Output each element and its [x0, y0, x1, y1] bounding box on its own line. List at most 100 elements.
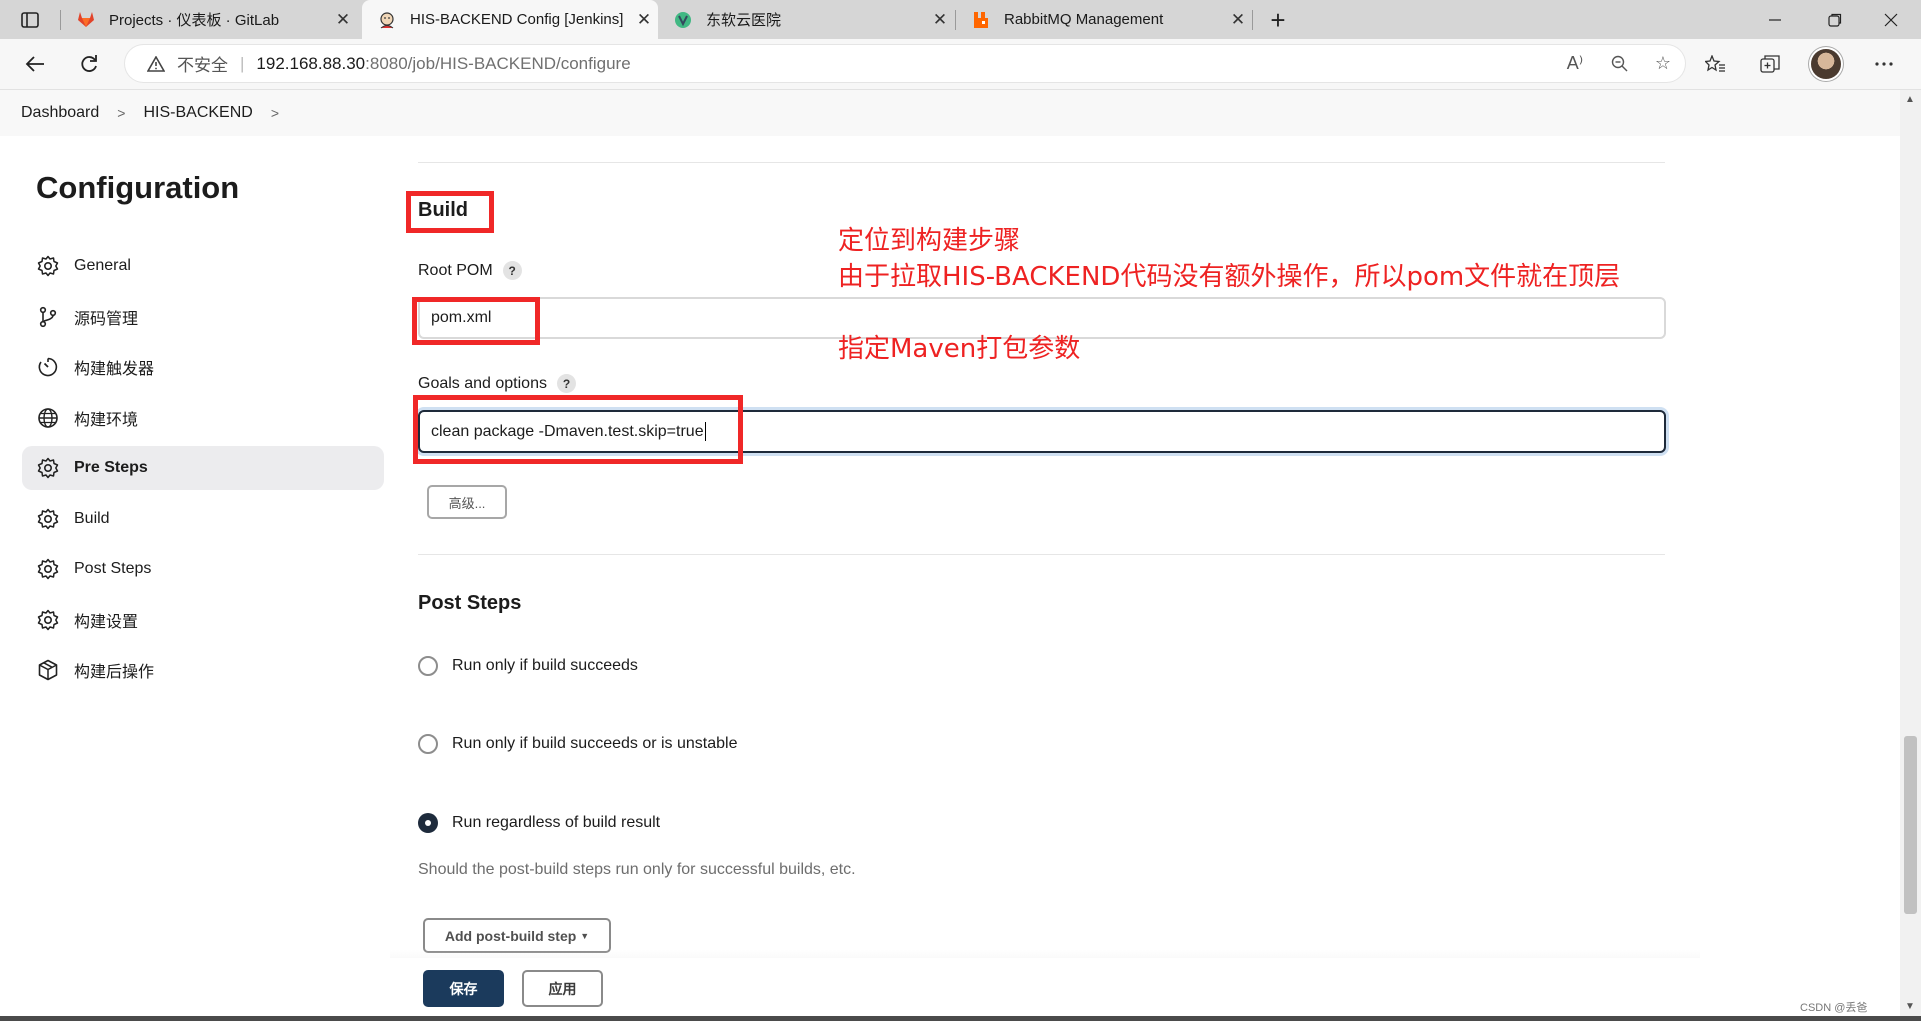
breadcrumb: Dashboard > HIS-BACKEND >: [0, 90, 1900, 136]
tab-jenkins[interactable]: HIS-BACKEND Config [Jenkins] ✕: [362, 0, 658, 39]
post-steps-help-text: Should the post-build steps run only for…: [418, 861, 856, 878]
rabbitmq-icon: [972, 11, 990, 29]
breadcrumb-job[interactable]: HIS-BACKEND: [143, 104, 252, 122]
sidebar-item-build-settings[interactable]: 构建设置: [22, 598, 384, 642]
sidebar-item-environment[interactable]: 构建环境: [22, 396, 384, 440]
package-icon: [36, 658, 60, 682]
form-action-bar: [0, 958, 1900, 1016]
sidebar-item-label: Pre Steps: [74, 459, 148, 476]
sidebar-item-label: 构建后操作: [74, 664, 155, 681]
refresh-icon[interactable]: [72, 47, 106, 81]
favorites-icon[interactable]: [1697, 47, 1733, 81]
scrollbar-thumb[interactable]: [1904, 736, 1917, 914]
gear-icon: [36, 507, 60, 531]
section-divider: [418, 554, 1665, 555]
gitlab-icon: [77, 11, 95, 29]
sidebar-item-pre-steps[interactable]: Pre Steps: [22, 446, 384, 490]
close-icon[interactable]: ✕: [630, 10, 658, 30]
branch-icon: [36, 305, 60, 329]
clock-icon: [36, 355, 60, 379]
sidebar-item-build[interactable]: Build: [22, 497, 384, 541]
sidebar-item-general[interactable]: General: [22, 244, 384, 288]
config-sidebar: General 源码管理 构建触发器 构建环境 Pre Steps Build: [22, 244, 384, 699]
url-host: 192.168.88.30: [256, 53, 366, 73]
jenkins-icon: [378, 11, 396, 29]
highlight-goals: [413, 395, 743, 464]
close-icon[interactable]: ✕: [329, 10, 357, 30]
zoom-icon[interactable]: [1597, 55, 1641, 72]
read-aloud-icon[interactable]: A⁾: [1553, 53, 1597, 74]
add-favorite-icon[interactable]: ☆: [1641, 53, 1685, 74]
chevron-right-icon[interactable]: >: [271, 105, 279, 121]
chevron-right-icon: >: [117, 105, 126, 121]
page-title: Configuration: [36, 170, 240, 205]
breadcrumb-dashboard[interactable]: Dashboard: [21, 104, 99, 122]
profile-avatar[interactable]: [1811, 49, 1841, 79]
new-tab-button[interactable]: +: [1262, 4, 1294, 36]
collections-icon[interactable]: [1752, 47, 1788, 81]
tab-rabbitmq[interactable]: RabbitMQ Management ✕: [956, 0, 1252, 39]
vue-icon: [674, 11, 692, 29]
sidebar-item-label: 源码管理: [74, 310, 139, 328]
page-scrollbar[interactable]: ▲ ▼: [1900, 90, 1921, 1016]
radio-run-regardless[interactable]: Run regardless of build result: [418, 813, 660, 833]
restore-icon[interactable]: [1805, 0, 1865, 39]
globe-icon: [36, 406, 60, 430]
back-arrow-icon[interactable]: [18, 47, 52, 81]
sidebar-item-scm[interactable]: 源码管理: [22, 295, 384, 339]
sidebar-item-label: 构建触发器: [74, 361, 155, 378]
tab-title: 东软云医院: [706, 12, 782, 29]
gear-icon: [36, 456, 60, 480]
tab-dongruan[interactable]: 东软云医院 ✕: [658, 0, 954, 39]
close-icon[interactable]: ✕: [926, 10, 954, 30]
minimize-icon[interactable]: [1745, 0, 1805, 39]
radio-run-if-success[interactable]: Run only if build succeeds: [418, 656, 638, 676]
tab-gitlab[interactable]: Projects · 仪表板 · GitLab ✕: [61, 0, 357, 39]
sidebar-item-label: Build: [74, 509, 110, 527]
url-path: :8080/job/HIS-BACKEND/configure: [365, 53, 631, 73]
sidebar-item-label: 构建环境: [74, 411, 139, 429]
help-icon[interactable]: ?: [502, 261, 522, 280]
close-icon[interactable]: ✕: [1224, 10, 1252, 30]
watermark: CSDN @丢爸: [1800, 1002, 1868, 1014]
radio-run-if-success-or-unstable[interactable]: Run only if build succeeds or is unstabl…: [418, 734, 738, 754]
help-icon[interactable]: ?: [556, 374, 576, 393]
gear-icon: [36, 608, 60, 632]
highlight-build-title: [406, 191, 494, 233]
annotation-line-3: 指定Maven打包参数: [838, 334, 1081, 364]
tab-title: RabbitMQ Management: [1004, 11, 1164, 28]
add-post-build-step-button[interactable]: Add post-build step ▼: [423, 918, 611, 953]
window-close-icon[interactable]: [1861, 0, 1921, 39]
radio-button-checked[interactable]: [418, 813, 438, 833]
advanced-button[interactable]: 高级...: [427, 485, 507, 519]
caret-down-icon: ▼: [580, 930, 590, 941]
gear-icon: [36, 557, 60, 581]
annotation-line-1: 定位到构建步骤: [838, 226, 1021, 256]
radio-button[interactable]: [418, 734, 438, 754]
section-divider: [418, 162, 1665, 163]
sidebar-item-label: 构建设置: [74, 613, 139, 631]
address-bar-row: 不安全 | 192.168.88.30:8080/job/HIS-BACKEND…: [0, 39, 1921, 90]
radio-button[interactable]: [418, 656, 438, 676]
sidebar-item-post-steps[interactable]: Post Steps: [22, 547, 384, 591]
tab-actions-icon[interactable]: [10, 6, 50, 34]
url-field[interactable]: 不安全 | 192.168.88.30:8080/job/HIS-BACKEND…: [125, 45, 1685, 82]
sidebar-item-post-build-actions[interactable]: 构建后操作: [22, 648, 384, 692]
highlight-root-pom: [412, 297, 540, 345]
gear-icon: [36, 254, 60, 278]
sidebar-item-triggers[interactable]: 构建触发器: [22, 345, 384, 389]
sidebar-item-label: Post Steps: [74, 560, 152, 577]
goals-options-label: Goals and options ?: [418, 374, 576, 393]
annotation-line-2: 由于拉取HIS-BACKEND代码没有额外操作，所以pom文件就在顶层: [838, 262, 1621, 292]
tab-title: HIS-BACKEND Config [Jenkins]: [410, 11, 624, 28]
browser-tab-strip: Projects · 仪表板 · GitLab ✕ HIS-BACKEND Co…: [0, 0, 1921, 39]
root-pom-label: Root POM ?: [418, 261, 522, 280]
tab-title: Projects · 仪表板 · GitLab: [109, 12, 280, 29]
insecure-label: 不安全: [177, 56, 228, 75]
post-steps-section-title: Post Steps: [418, 592, 522, 614]
sidebar-item-label: General: [74, 257, 131, 274]
warning-icon: [147, 55, 169, 72]
more-menu-icon[interactable]: [1866, 47, 1902, 81]
apply-button[interactable]: 应用: [522, 970, 603, 1007]
save-button[interactable]: 保存: [423, 970, 504, 1007]
